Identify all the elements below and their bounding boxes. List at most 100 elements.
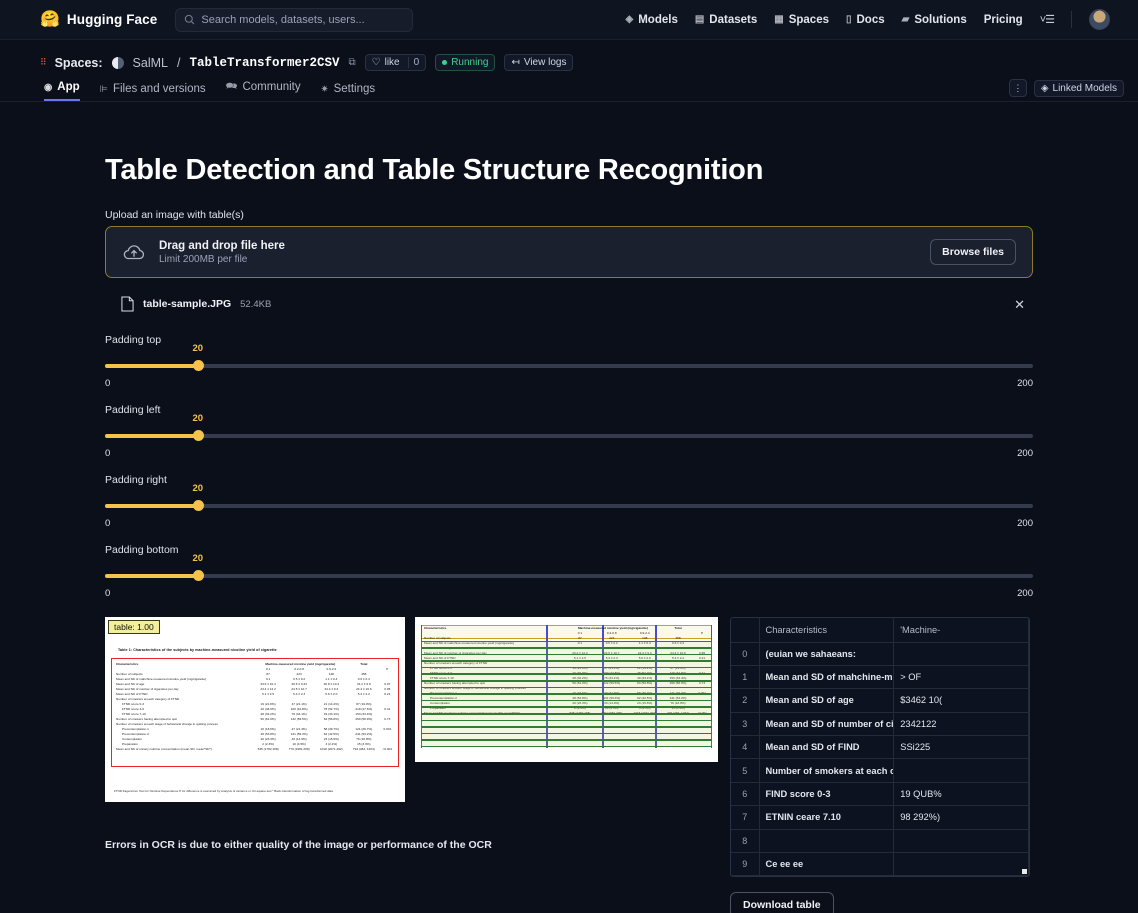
table-row[interactable]: 7ETNIN ceare 7.1098 292%) [731,806,1029,829]
streamlit-app-body: Table Detection and Table Structure Reco… [0,102,1138,913]
slider-range: 0 200 [105,448,1033,459]
slider-track-wrap[interactable]: 20 [105,565,1033,587]
tab-app[interactable]: ◉ App [44,81,80,101]
doc-table-value-cell: 770 (1981,299) [596,712,628,717]
row-index: 8 [731,829,759,852]
nav-spaces[interactable]: ▦ Spaces [774,14,829,26]
slider-min: 0 [105,518,110,529]
space-name[interactable]: TableTransformer2CSV [189,56,339,70]
structure-row-overlay [421,720,712,727]
logs-icon: ↤ [511,57,519,68]
view-logs-button[interactable]: ↤ View logs [504,54,573,71]
community-icon: 🗪 [226,79,238,95]
doc-table-row: Mean and SD of urinary cotinine concentr… [115,748,395,753]
doc-table-value-cell: 794 (484, 1264) [662,712,694,717]
structure-row-overlay [421,733,712,740]
download-table-button[interactable]: Download table [730,892,834,913]
slider-track-wrap[interactable]: 20 [105,355,1033,377]
nav-models[interactable]: ◈ Models [626,14,678,26]
cell-machine-measured: $3462 10( [894,689,1029,712]
spaces-icon: ▦ [774,14,783,25]
cell-characteristics: (euian we sahaeans: [759,642,894,665]
slider-label: Padding left [105,404,1033,416]
nav-pricing[interactable]: Pricing [984,14,1023,26]
slider-value: 20 [193,483,204,494]
slider-min: 0 [105,448,110,459]
status-label: Running [451,57,488,68]
slider-track-wrap[interactable]: 20 [105,495,1033,517]
tab-community[interactable]: 🗪 Community [226,79,301,101]
uploaded-file-size: 52.4KB [240,299,271,310]
slider-value: 20 [193,553,204,564]
table-detection-image: table: 1.00 Table 1: Characteristics of … [105,617,405,802]
table-row[interactable]: 2Mean and SD of age$3462 10( [731,689,1029,712]
vertical-dots-icon[interactable]: ⋮ [1009,79,1027,97]
table-row[interactable]: 0(euian we sahaeans: [731,642,1029,665]
dropzone-limit: Limit 200MB per file [159,254,285,265]
cell-characteristics: Mean and SD of FIND [759,736,894,759]
hamburger-menu-icon[interactable]: ˅☰ [1040,13,1054,26]
nav-datasets[interactable]: ▤ Datasets [695,14,757,26]
gear-icon: ✷ [321,84,329,95]
doc-table-label-cell: Mean and SD of urinary cotinine concentr… [423,712,564,717]
slider-max: 200 [1017,588,1033,599]
browse-files-button[interactable]: Browse files [930,239,1016,265]
slider-track-wrap[interactable]: 20 [105,425,1033,447]
detection-footnote: FTND:Fagerstrom Test for Nicotine Depend… [114,789,396,794]
models-icon: ◈ [1041,83,1049,94]
hf-logo[interactable]: 🤗 Hugging Face [40,12,157,28]
nav-spaces-label: Spaces [789,14,829,26]
cell-characteristics: ETNIN ceare 7.10 [759,806,894,829]
structure-document-render: Characteristics Machine-measured nicotin… [415,617,718,762]
doc-table-value-cell: 1018 (2071,492) [315,748,348,753]
dataframe-resize-handle[interactable] [1022,869,1027,874]
table-row[interactable]: 3Mean and SD of number of cigarettes per… [731,712,1029,735]
doc-table-value-cell: 1018 (2071,492) [628,712,662,717]
nav-divider [1071,11,1072,28]
search-icon [184,14,195,25]
linked-models-button[interactable]: ◈ Linked Models [1034,80,1124,97]
slider-max: 200 [1017,378,1033,389]
app-icon: ◉ [44,82,52,93]
hf-top-navbar: 🤗 Hugging Face Search models, datasets, … [0,0,1138,40]
slider-fill [105,574,198,578]
table-row[interactable]: 5Number of smokers at each category of F… [731,759,1029,782]
slider-track [105,364,1033,368]
slider-thumb[interactable] [193,360,204,371]
breadcrumb-separator: / [177,56,180,70]
like-count: 0 [408,57,420,68]
slider-thumb[interactable] [193,430,204,441]
table-row[interactable]: 1Mean and SD of mahchine-measured nicoti… [731,665,1029,688]
slider-max: 200 [1017,448,1033,459]
space-owner[interactable]: SalML [133,56,168,70]
copy-icon[interactable]: ⧉ [349,57,356,68]
table-row[interactable]: 4Mean and SD of FINDSSi225 [731,736,1029,759]
nav-solutions[interactable]: ▰ Solutions [902,14,967,26]
remove-file-close-icon[interactable]: ✕ [1014,298,1025,311]
table-row[interactable]: 8 [731,829,1029,852]
search-input[interactable]: Search models, datasets, users... [175,8,413,32]
detection-confidence-badge: table: 1.00 [108,620,160,634]
slider-track [105,574,1033,578]
ocr-result-dataframe[interactable]: Characteristics 'Machine- 0(euian we sah… [730,617,1030,877]
file-dropzone[interactable]: Drag and drop file here Limit 200MB per … [105,226,1033,278]
slider-thumb[interactable] [193,500,204,511]
hf-nav: ◈ Models ▤ Datasets ▦ Spaces ▯ Docs ▰ So… [626,9,1124,30]
slider-thumb[interactable] [193,570,204,581]
user-avatar[interactable] [1089,9,1110,30]
table-row[interactable]: 6FIND score 0-319 QUB% [731,782,1029,805]
dataframe-index-header [731,618,759,642]
slider-value: 20 [193,343,204,354]
tab-settings[interactable]: ✷ Settings [321,83,376,101]
space-header-actions: ⋮ ◈ Linked Models [1009,79,1124,101]
owner-avatar [112,57,124,69]
nav-docs[interactable]: ▯ Docs [846,14,885,26]
like-button[interactable]: ♡ like 0 [365,54,427,71]
cell-characteristics: FIND score 0-3 [759,782,894,805]
table-row[interactable]: 9Ce ee ee [731,853,1029,876]
tab-files-and-versions[interactable]: ⊫ Files and versions [100,83,206,101]
cell-machine-measured: 2342122 [894,712,1029,735]
slider-padding-left: Padding left 20 0 200 [105,404,1033,459]
slider-fill [105,504,198,508]
space-breadcrumb-row: ⠿ Spaces: SalML / TableTransformer2CSV ⧉… [0,52,1138,73]
